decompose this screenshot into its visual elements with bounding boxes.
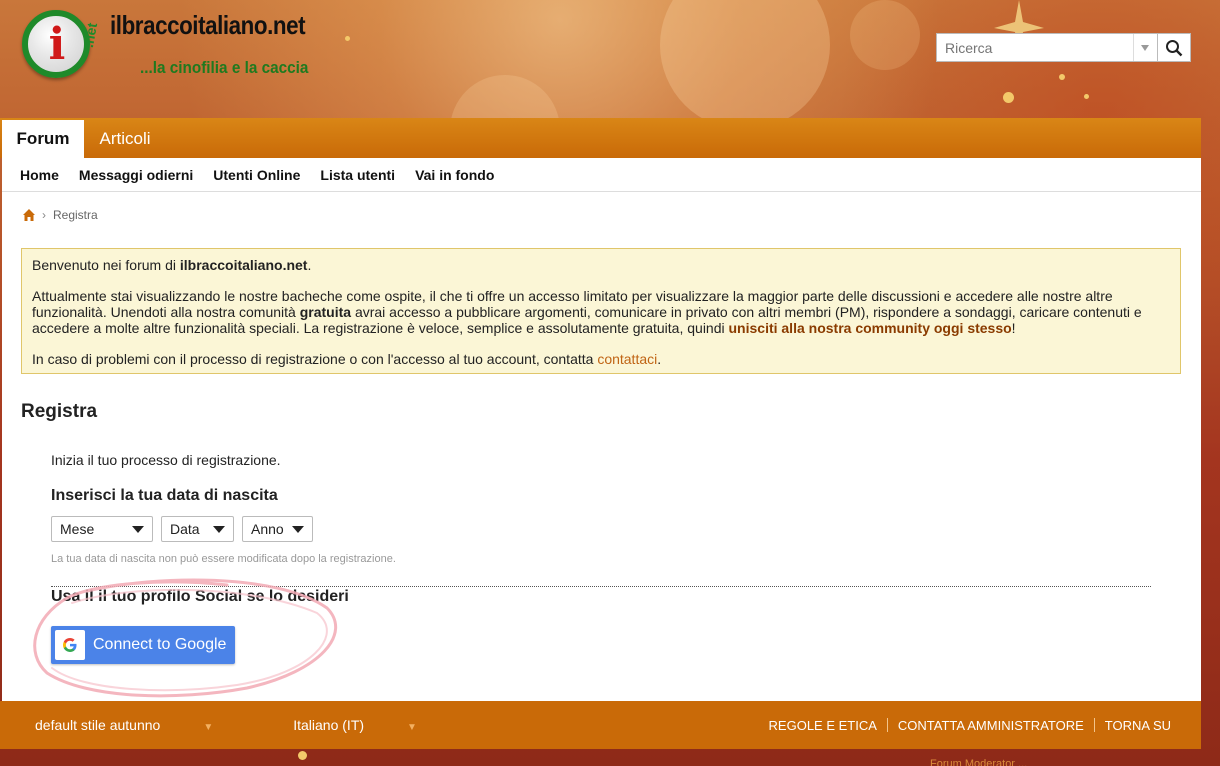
birthdate-label: Inserisci la tua data di nascita xyxy=(51,487,278,504)
chevron-down-icon xyxy=(132,525,144,533)
subnav-lista-utenti[interactable]: Lista utenti xyxy=(320,167,395,183)
footer-left: default stile autunno ▼ Italiano (IT) ▼ xyxy=(0,717,497,733)
birthdate-note: La tua data di nascita non può essere mo… xyxy=(51,553,396,565)
year-select[interactable]: Anno xyxy=(242,516,313,542)
language-selector[interactable]: Italiano (IT) ▼ xyxy=(293,717,457,733)
notice-body: Attualmente stai visualizzando le nostre… xyxy=(32,288,1170,336)
connect-google-label: Connect to Google xyxy=(93,636,227,653)
breadcrumb-separator: › xyxy=(42,208,46,222)
style-selector[interactable]: default stile autunno ▼ xyxy=(35,717,253,733)
breadcrumb-current[interactable]: Registra xyxy=(53,208,98,222)
notice-welcome: Benvenuto nei forum di ilbraccoitaliano.… xyxy=(32,257,1170,273)
notice-body-end: ! xyxy=(1011,320,1016,336)
subnav-messaggi-odierni[interactable]: Messaggi odierni xyxy=(79,167,193,183)
site-title[interactable]: ilbraccoitaliano.net xyxy=(110,10,306,41)
language-selector-label: Italiano (IT) xyxy=(293,717,365,733)
year-select-value: Anno xyxy=(251,521,284,537)
main-nav: Forum Articoli xyxy=(0,118,1201,158)
birthdate-selects: Mese Data Anno xyxy=(51,516,321,542)
subnav-home[interactable]: Home xyxy=(20,167,59,183)
decor-dot xyxy=(298,751,307,760)
logo-suffix: .net xyxy=(80,21,101,49)
chevron-down-icon: ▼ xyxy=(407,722,417,733)
notice-problems: In caso di problemi con il processo di r… xyxy=(32,351,1170,367)
chevron-down-icon xyxy=(292,525,304,533)
notice-welcome-suffix: . xyxy=(307,257,312,273)
join-community-link[interactable]: unisciti alla nostra community oggi stes… xyxy=(729,320,1012,336)
notice-welcome-prefix: Benvenuto nei forum di xyxy=(32,257,180,273)
footer-credit[interactable]: Forum Moderator ... xyxy=(930,758,1027,766)
footer-link-back-to-top[interactable]: TORNA SU xyxy=(1095,718,1181,733)
chevron-down-icon xyxy=(213,525,225,533)
site-slogan: ...la cinofilia e la caccia xyxy=(140,58,309,77)
connect-google-button[interactable]: Connect to Google xyxy=(51,626,235,664)
home-icon[interactable] xyxy=(22,208,36,222)
search-icon xyxy=(1165,39,1183,56)
register-intro: Inizia il tuo processo di registrazione. xyxy=(51,452,281,468)
footer-link-rules[interactable]: REGOLE E ETICA xyxy=(759,718,887,733)
day-select[interactable]: Data xyxy=(161,516,234,542)
tab-forum[interactable]: Forum xyxy=(2,120,84,158)
notice-body-bold: gratuita xyxy=(299,304,352,320)
main-content: Home Messaggi odierni Utenti Online List… xyxy=(2,158,1201,701)
chevron-down-icon: ▼ xyxy=(203,722,214,733)
site-footer: default stile autunno ▼ Italiano (IT) ▼ RE… xyxy=(0,701,1201,749)
search-button[interactable] xyxy=(1156,34,1190,61)
site-header: i .net ilbraccoitaliano.net ...la cinofi… xyxy=(0,0,1220,118)
google-icon-box xyxy=(55,630,85,660)
breadcrumb: › Registra xyxy=(22,208,98,222)
notice-problems-text: In caso di problemi con il processo di r… xyxy=(32,351,598,367)
chevron-down-icon xyxy=(1141,44,1150,51)
welcome-notice: Benvenuto nei forum di ilbraccoitaliano.… xyxy=(21,248,1181,374)
logo-letter: i xyxy=(48,19,66,70)
footer-link-contact-admin[interactable]: CONTATTA AMMINISTRATORE xyxy=(888,718,1094,733)
footer-links: REGOLE E ETICA CONTATTA AMMINISTRATORE T… xyxy=(759,718,1201,733)
notice-problems-end: . xyxy=(657,351,662,367)
subnav-utenti-online[interactable]: Utenti Online xyxy=(213,167,300,183)
google-icon xyxy=(63,638,77,652)
search-input[interactable] xyxy=(937,34,1133,61)
day-select-value: Data xyxy=(170,521,200,537)
search-box xyxy=(936,33,1191,62)
tab-articoli[interactable]: Articoli xyxy=(84,120,166,158)
style-selector-label: default stile autunno xyxy=(35,717,161,733)
sub-nav: Home Messaggi odierni Utenti Online List… xyxy=(2,158,1201,192)
month-select-value: Mese xyxy=(60,521,95,537)
subnav-vai-in-fondo[interactable]: Vai in fondo xyxy=(415,167,494,183)
register-title: Registra xyxy=(21,401,98,422)
search-options-caret[interactable] xyxy=(1133,34,1157,61)
month-select[interactable]: Mese xyxy=(51,516,153,542)
contact-link[interactable]: contattaci xyxy=(597,351,657,367)
notice-welcome-site: ilbraccoitaliano.net xyxy=(179,257,308,273)
